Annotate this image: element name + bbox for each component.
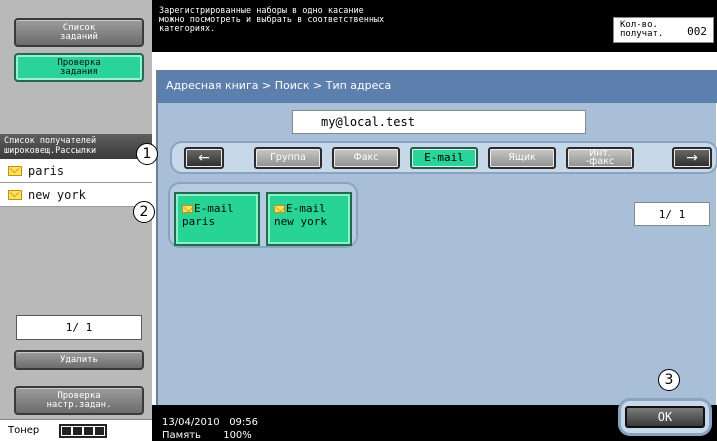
job-list-button[interactable]: Список заданий [14, 18, 144, 47]
recipient-count-value: 002 [687, 25, 707, 38]
callout-2: 2 [133, 201, 155, 223]
memory-status: Память 100% [162, 430, 252, 441]
message-bar: Зарегистрированные наборы в одно касание… [152, 0, 717, 52]
tab-internet-fax[interactable]: Инт. -факс [566, 147, 634, 169]
delete-button[interactable]: Удалить [14, 350, 144, 370]
envelope-icon [274, 205, 285, 213]
entry-type: E-mail [286, 202, 326, 215]
toner-status: Тонер [0, 419, 152, 441]
address-display: my@local.test [292, 110, 586, 134]
list-item[interactable]: new york [0, 183, 152, 207]
entry-type: E-mail [194, 202, 234, 215]
ok-button[interactable]: OK [625, 406, 705, 428]
recipient-list: Список получателей широковещ.Рассылки pa… [0, 134, 152, 207]
category-tabs: ← Группа Факс E-mail Ящик Инт. -факс → [170, 141, 717, 174]
tab-fax[interactable]: Факс [332, 147, 400, 169]
entry-name: new york [274, 215, 327, 228]
sidebar: Список заданий Проверка задания Список п… [0, 0, 152, 441]
arrow-left-icon[interactable]: ← [184, 147, 224, 169]
callout-3: 3 [658, 369, 680, 391]
address-entry[interactable]: E-mail new york [266, 192, 352, 246]
recipient-name: new york [28, 187, 86, 202]
sidebar-page-indicator: 1/ 1 [16, 315, 142, 340]
breadcrumb: Адресная книга > Поиск > Тип адреса [158, 70, 717, 103]
instruction-message: Зарегистрированные наборы в одно касание… [159, 6, 385, 34]
entry-name: paris [182, 215, 216, 228]
list-item[interactable]: paris [0, 159, 152, 183]
recipient-name: paris [28, 163, 65, 178]
date-time: 13/04/2010 09:56 [162, 417, 259, 428]
tab-email[interactable]: E-mail [410, 147, 478, 169]
entries-page-indicator: 1/ 1 [634, 202, 710, 226]
callout-1: 1 [136, 143, 158, 165]
address-book-panel: Адресная книга > Поиск > Тип адреса my@l… [156, 70, 717, 405]
envelope-icon [182, 205, 193, 213]
check-settings-button[interactable]: Проверка настр.задан. [14, 386, 144, 415]
address-entry[interactable]: E-mail paris [174, 192, 260, 246]
envelope-icon [8, 165, 22, 176]
recipient-count: Кол-во. получат. 002 [613, 17, 714, 43]
tab-group[interactable]: Группа [254, 147, 322, 169]
job-check-button[interactable]: Проверка задания [14, 53, 144, 82]
toner-level-bar [59, 423, 108, 438]
recipient-list-header: Список получателей широковещ.Рассылки [0, 134, 152, 159]
recipient-count-label: Кол-во. получат. [620, 20, 664, 39]
tab-box[interactable]: Ящик [488, 147, 556, 169]
arrow-right-icon[interactable]: → [672, 147, 712, 169]
envelope-icon [8, 189, 22, 200]
toner-label: Тонер [8, 425, 40, 436]
ok-area: OK [618, 398, 712, 436]
address-entries: E-mail paris E-mail new york [168, 182, 358, 248]
